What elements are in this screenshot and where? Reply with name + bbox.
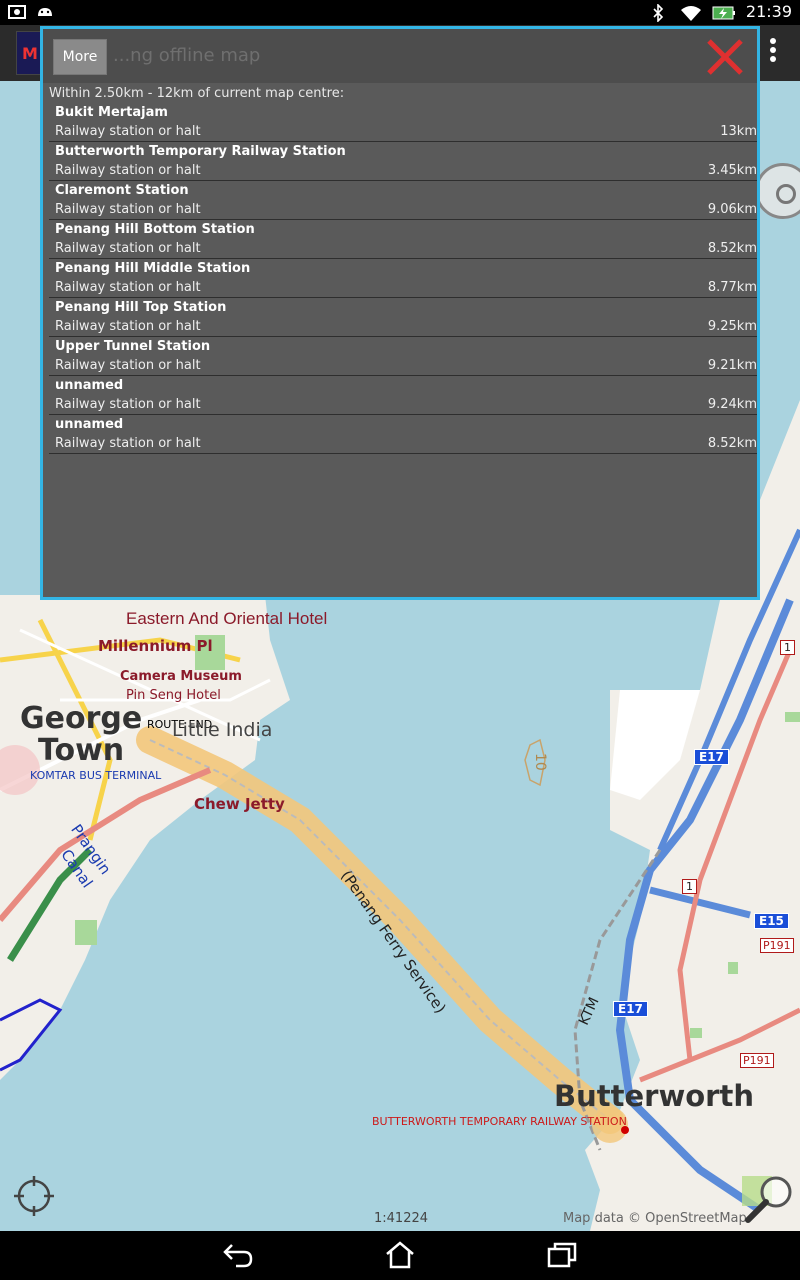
route-shield-1-north: 1 [780, 640, 795, 655]
result-type: Railway station or halt [55, 436, 201, 451]
result-name: unnamed [55, 378, 124, 393]
result-item[interactable]: Bukit Mertajam Railway station or halt 1… [49, 103, 757, 142]
result-distance: 9.24km [707, 397, 757, 412]
battery-charging-icon [712, 4, 736, 20]
result-distance: 9.06km [707, 202, 757, 217]
photo-icon [8, 4, 26, 20]
result-name: Bukit Mertajam [55, 105, 168, 120]
result-name: Upper Tunnel Station [55, 339, 211, 354]
route-shield-p191-south: P191 [740, 1053, 774, 1068]
result-distance: 8.77km [707, 280, 757, 295]
result-type: Railway station or halt [55, 202, 201, 217]
result-item[interactable]: Penang Hill Top Station Railway station … [49, 298, 757, 337]
result-name: Butterworth Temporary Railway Station [55, 144, 346, 159]
bluetooth-icon [652, 2, 670, 23]
result-distance: 8.52km [707, 241, 757, 256]
map-label-butterworth[interactable]: Butterworth [554, 1079, 754, 1113]
route-shield-e17-north: E17 [694, 749, 729, 765]
more-button[interactable]: More [53, 39, 107, 75]
result-name: Penang Hill Bottom Station [55, 222, 255, 237]
close-icon[interactable] [705, 37, 745, 77]
screen: 21:39 M Eastern And Oriental Hotel Mille… [0, 0, 800, 1280]
search-results-dialog: More ...ng offline map Within 2.50km - 1… [40, 26, 760, 600]
result-type: Railway station or halt [55, 241, 201, 256]
map-label-eastern-oriental[interactable]: Eastern And Oriental Hotel [126, 609, 327, 629]
map-scale: 1:41224 [374, 1211, 429, 1226]
result-distance: 9.21km [707, 358, 757, 373]
result-distance: 13km [720, 124, 757, 139]
result-item[interactable]: unnamed Railway station or halt 8.52km [49, 415, 757, 454]
status-bar: 21:39 [0, 0, 800, 25]
route-shield-e17-south: E17 [613, 1001, 648, 1017]
overflow-menu-icon[interactable] [768, 35, 778, 71]
android-icon [36, 4, 54, 20]
result-item[interactable]: Penang Hill Bottom Station Railway stati… [49, 220, 757, 259]
search-icon[interactable] [740, 1168, 798, 1226]
result-name: Penang Hill Middle Station [55, 261, 251, 276]
map-label-butterworth-station[interactable]: BUTTERWORTH TEMPORARY RAILWAY STATION [372, 1115, 627, 1128]
result-type: Railway station or halt [55, 319, 201, 334]
map-label-millennium[interactable]: Millennium Pl [98, 637, 213, 655]
result-distance: 3.45km [707, 163, 757, 178]
result-item[interactable]: unnamed Railway station or halt 9.24km [49, 376, 757, 415]
map-label-camera-museum[interactable]: Camera Museum [120, 669, 242, 684]
map-label-komtar[interactable]: KOMTAR BUS TERMINAL [30, 769, 161, 782]
map-label-chew-jetty[interactable]: Chew Jetty [194, 795, 285, 813]
status-time: 21:39 [745, 2, 792, 21]
route-shield-e15: E15 [754, 913, 789, 929]
route-shield-1-south: 1 [682, 879, 697, 894]
result-distance: 8.52km [707, 436, 757, 451]
locate-icon[interactable] [12, 1174, 56, 1218]
recent-apps-icon[interactable] [546, 1241, 578, 1269]
result-name: Penang Hill Top Station [55, 300, 227, 315]
result-item[interactable]: Claremont Station Railway station or hal… [49, 181, 757, 220]
map-attribution: Map data © OpenStreetMap [563, 1211, 747, 1226]
result-type: Railway station or halt [55, 397, 201, 412]
navigation-bar [0, 1231, 800, 1280]
result-name: Claremont Station [55, 183, 189, 198]
map-label-little-india[interactable]: Little India [172, 719, 272, 741]
result-type: Railway station or halt [55, 124, 201, 139]
map-label-town[interactable]: Town [38, 733, 124, 768]
dialog-title: ...ng offline map [113, 45, 261, 66]
home-icon[interactable] [384, 1241, 416, 1269]
results-subtitle: Within 2.50km - 12km of current map cent… [49, 86, 345, 101]
wifi-icon [680, 4, 702, 21]
result-item[interactable]: Penang Hill Middle Station Railway stati… [49, 259, 757, 298]
result-type: Railway station or halt [55, 280, 201, 295]
back-icon[interactable] [222, 1241, 254, 1269]
result-type: Railway station or halt [55, 163, 201, 178]
result-item[interactable]: Butterworth Temporary Railway Station Ra… [49, 142, 757, 181]
result-name: unnamed [55, 417, 124, 432]
result-distance: 9.25km [707, 319, 757, 334]
result-type: Railway station or halt [55, 358, 201, 373]
result-item[interactable]: Upper Tunnel Station Railway station or … [49, 337, 757, 376]
route-shield-p191-north: P191 [760, 938, 794, 953]
map-label-george[interactable]: George [20, 701, 142, 736]
results-list: Bukit Mertajam Railway station or halt 1… [49, 103, 757, 454]
contour-label: 10 [532, 753, 548, 771]
dialog-header: More ...ng offline map [43, 29, 757, 83]
